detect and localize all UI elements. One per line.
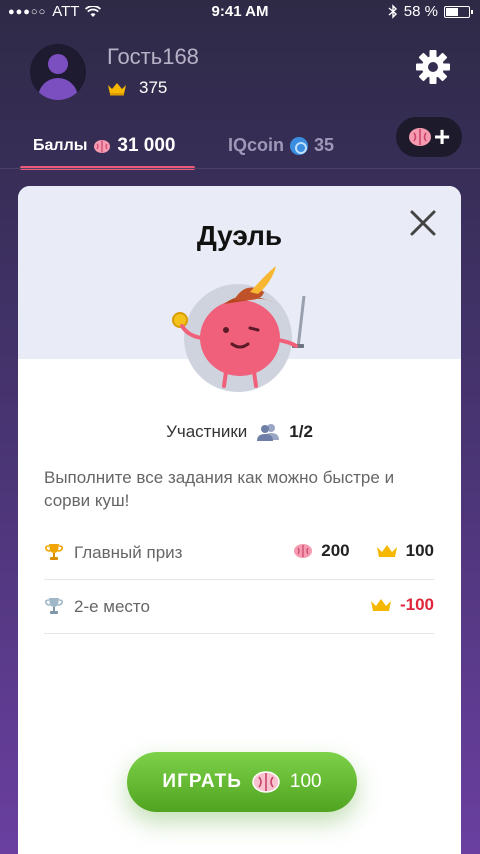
- play-button-label: ИГРАТЬ: [162, 771, 242, 792]
- avatar-head: [48, 54, 68, 74]
- prize-second-values: -100: [370, 595, 434, 615]
- users-icon: [257, 424, 280, 441]
- username: Гость168: [107, 44, 199, 69]
- tab-iqcoin-label: IQcoin: [228, 135, 285, 155]
- brain-icon: [94, 139, 111, 153]
- participants-label: Участники: [166, 422, 248, 441]
- prize-row-first: Главный приз 200 100: [44, 526, 434, 580]
- tabs-divider: [0, 168, 480, 169]
- prize-second-crowns: -100: [399, 595, 434, 614]
- play-button-cost: 100: [289, 771, 322, 792]
- prize-second-label: 2-е место: [74, 597, 150, 616]
- close-icon[interactable]: [408, 208, 438, 238]
- crown-icon: [376, 545, 397, 557]
- crowns-count: 375: [139, 78, 168, 97]
- prize-row-second: 2-е место -100: [44, 580, 434, 634]
- brain-icon: [252, 771, 280, 793]
- prize-first-brains: 200: [321, 541, 350, 560]
- tab-iqcoin-value: 35: [314, 135, 335, 155]
- card-title: Дуэль: [196, 220, 283, 251]
- prize-first-values: 200 100: [293, 541, 434, 561]
- play-button[interactable]: ИГРАТЬ 100: [127, 752, 357, 812]
- participants-value: 1/2: [289, 422, 313, 441]
- trophy-gold-icon: [45, 544, 63, 560]
- battery-percent: 58 %: [403, 3, 438, 20]
- tab-iqcoin[interactable]: IQcoin 35: [228, 135, 334, 156]
- tab-points-value: 31 000: [117, 135, 176, 156]
- brain-icon: [294, 544, 313, 558]
- duel-description: Выполните все задания как можно быстре и…: [44, 468, 395, 510]
- prize-first-crowns: 100: [405, 541, 434, 560]
- status-right: 58 %: [388, 3, 473, 20]
- crown-icon: [370, 599, 391, 611]
- participants-row: Участники 1/2: [18, 422, 461, 442]
- iqcoin-icon: [290, 136, 309, 155]
- avatar-body: [38, 78, 78, 100]
- avatar[interactable]: [30, 44, 86, 100]
- duel-mascot-illustration: [172, 266, 306, 392]
- battery-fill: [446, 7, 459, 16]
- crown-icon: [108, 82, 126, 95]
- tab-points[interactable]: Баллы 31 000: [33, 135, 176, 157]
- bluetooth-icon: [388, 4, 397, 19]
- battery-icon: [444, 5, 473, 18]
- status-bar: ●●●○○ ATT 9:41 AM 58 %: [0, 0, 480, 24]
- prize-first-label: Главный приз: [74, 543, 183, 562]
- brain-icon: [408, 128, 431, 146]
- tab-points-label: Баллы: [33, 137, 88, 154]
- gear-icon[interactable]: [414, 48, 452, 86]
- crowns-balance: 375: [107, 78, 167, 98]
- plus-icon: +: [433, 121, 451, 152]
- trophy-silver-icon: [45, 598, 63, 614]
- add-points-button[interactable]: +: [396, 117, 462, 157]
